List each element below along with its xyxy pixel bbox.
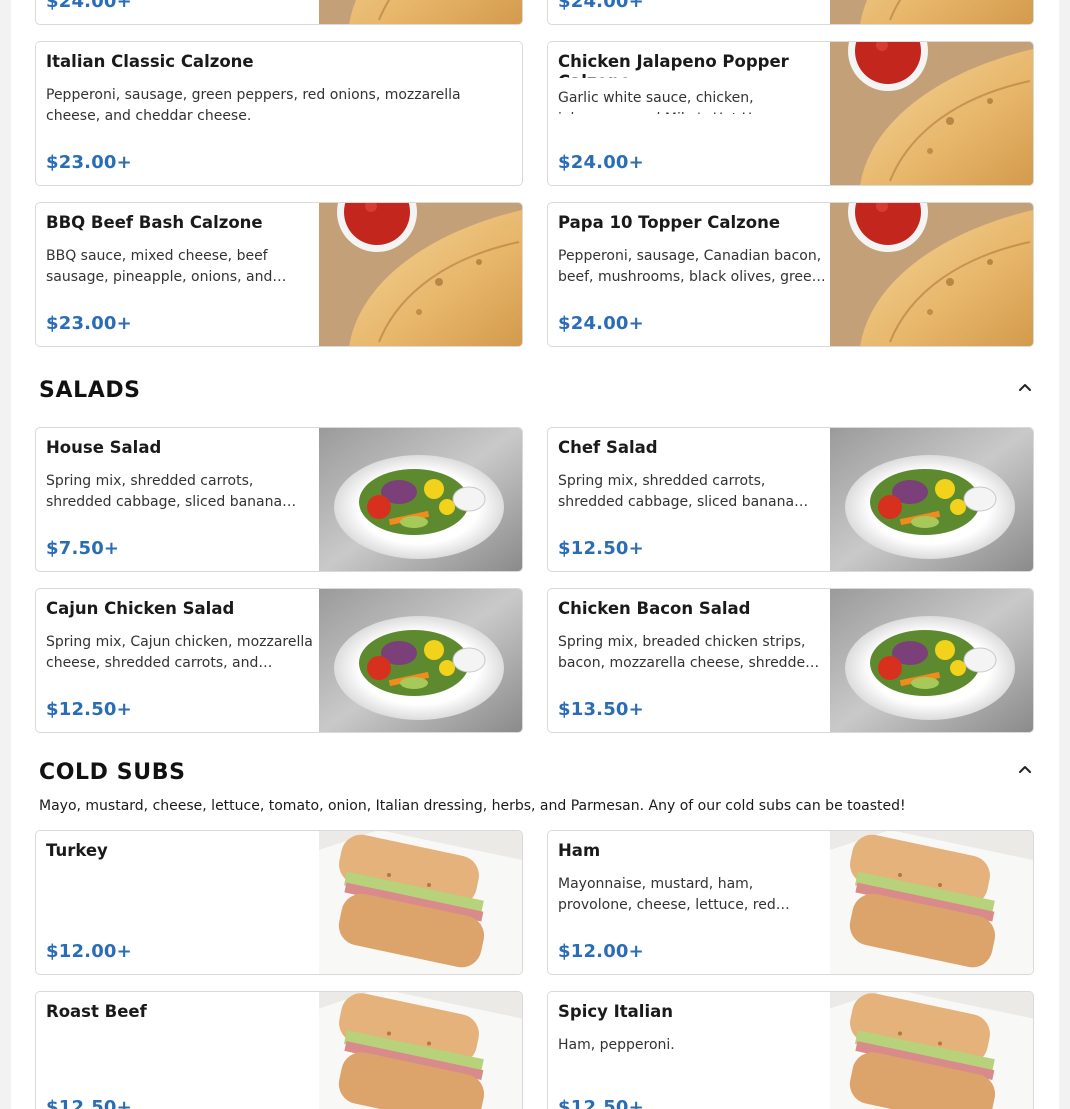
item-price: $12.50+ (46, 1097, 132, 1109)
calzone-photo (319, 203, 522, 346)
menu-item-card[interactable]: Cajun Chicken Salad Spring mix, Cajun ch… (35, 588, 523, 733)
menu-page: $24.00+ $24.00+ Italian Classic Calzone … (11, 0, 1059, 1109)
cold-subs-grid: Turkey $12.00+ Ham Mayonnaise, mustard, … (35, 830, 1034, 1109)
item-price: $24.00+ (558, 0, 644, 12)
item-title: Roast Beef (46, 1002, 147, 1021)
item-description: Pepperoni, sausage, Canadian bacon, beef… (558, 248, 822, 285)
menu-item-card[interactable]: Papa 10 Topper Calzone Pepperoni, sausag… (547, 202, 1034, 347)
item-price: $24.00+ (46, 0, 132, 12)
menu-item-card[interactable]: Roast Beef $12.50+ (35, 991, 523, 1109)
cold-subs-section-header: COLD SUBS (39, 760, 1035, 785)
item-description: Spring mix, breaded chicken strips, baco… (558, 634, 814, 671)
chevron-up-icon[interactable] (1015, 378, 1035, 398)
menu-item-card[interactable]: Spicy Italian Ham, pepperoni. $12.50+ (547, 991, 1034, 1109)
item-title: Chicken Bacon Salad (558, 599, 751, 618)
menu-item-card[interactable]: Turkey $12.00+ (35, 830, 523, 975)
section-description: Mayo, mustard, cheese, lettuce, tomato, … (39, 798, 906, 814)
item-title: BBQ Beef Bash Calzone (46, 213, 263, 232)
calzone-photo (319, 0, 522, 24)
salads-section-header: SALADS (39, 378, 1035, 403)
menu-item-card[interactable]: $24.00+ (35, 0, 523, 25)
item-price: $12.50+ (558, 1097, 644, 1109)
section-title: COLD SUBS (39, 760, 186, 785)
item-info: Roast Beef (46, 1002, 314, 1109)
menu-item-card[interactable]: Chef Salad Spring mix, shredded carrots,… (547, 427, 1034, 572)
sub-photo (830, 992, 1033, 1109)
menu-item-card[interactable]: House Salad Spring mix, shredded carrots… (35, 427, 523, 572)
item-description: Spring mix, Cajun chicken, mozzarella ch… (46, 634, 313, 671)
item-title: Cajun Chicken Salad (46, 599, 235, 618)
menu-item-card[interactable]: Chicken Jalapeno Popper Calzone Garlic w… (547, 41, 1034, 186)
menu-item-card[interactable]: Italian Classic Calzone Pepperoni, sausa… (35, 41, 523, 186)
chevron-up-icon[interactable] (1015, 760, 1035, 780)
sub-photo (830, 831, 1033, 974)
calzone-photo (830, 203, 1033, 346)
item-title: House Salad (46, 438, 162, 457)
sub-photo (319, 831, 522, 974)
item-price: $24.00+ (558, 152, 644, 173)
item-title: Chicken Jalapeno Popper Calzone (558, 52, 789, 78)
calzone-grid-partial: $24.00+ $24.00+ (35, 0, 1034, 25)
item-price: $7.50+ (46, 538, 120, 559)
menu-item-card[interactable]: Chicken Bacon Salad Spring mix, breaded … (547, 588, 1034, 733)
item-description: Spring mix, shredded carrots, shredded c… (46, 473, 283, 510)
item-description: BBQ sauce, mixed cheese, beef sausage, p… (46, 248, 273, 285)
item-price: $24.00+ (558, 313, 644, 334)
item-title: Ham (558, 841, 601, 860)
item-title: Italian Classic Calzone (46, 52, 254, 71)
menu-item-card[interactable]: BBQ Beef Bash Calzone BBQ sauce, mixed c… (35, 202, 523, 347)
item-info: Spicy Italian Ham, pepperoni. (558, 1002, 826, 1109)
calzone-photo (830, 42, 1033, 185)
item-price: $23.00+ (46, 152, 132, 173)
item-description: Pepperoni, sausage, green peppers, red o… (46, 87, 461, 124)
item-description: Spring mix, shredded carrots, shredded c… (558, 473, 795, 510)
item-description: Mayonnaise, mustard, ham, provolone, che… (558, 876, 776, 913)
salad-photo (319, 428, 522, 571)
item-title: Papa 10 Topper Calzone (558, 213, 781, 232)
section-title: SALADS (39, 378, 141, 403)
calzone-photo (830, 0, 1033, 24)
item-title: Spicy Italian (558, 1002, 673, 1021)
calzone-grid: Italian Classic Calzone Pepperoni, sausa… (35, 41, 1034, 347)
menu-item-card[interactable]: $24.00+ (547, 0, 1034, 25)
item-price: $13.50+ (558, 699, 644, 720)
item-title: Chef Salad (558, 438, 658, 457)
salad-photo (830, 589, 1033, 732)
item-description: Garlic white sauce, chicken, jalapenos, … (558, 90, 789, 114)
salads-grid: House Salad Spring mix, shredded carrots… (35, 427, 1034, 733)
salad-photo (830, 428, 1033, 571)
item-price: $23.00+ (46, 313, 132, 334)
item-price: $12.50+ (558, 538, 644, 559)
salad-photo (319, 589, 522, 732)
item-description: Ham, pepperoni. (558, 1037, 675, 1053)
item-price: $12.50+ (46, 699, 132, 720)
item-title: Turkey (46, 841, 108, 860)
item-price: $12.00+ (558, 941, 644, 962)
item-price: $12.00+ (46, 941, 132, 962)
menu-item-card[interactable]: Ham Mayonnaise, mustard, ham, provolone,… (547, 830, 1034, 975)
sub-photo (319, 992, 522, 1109)
